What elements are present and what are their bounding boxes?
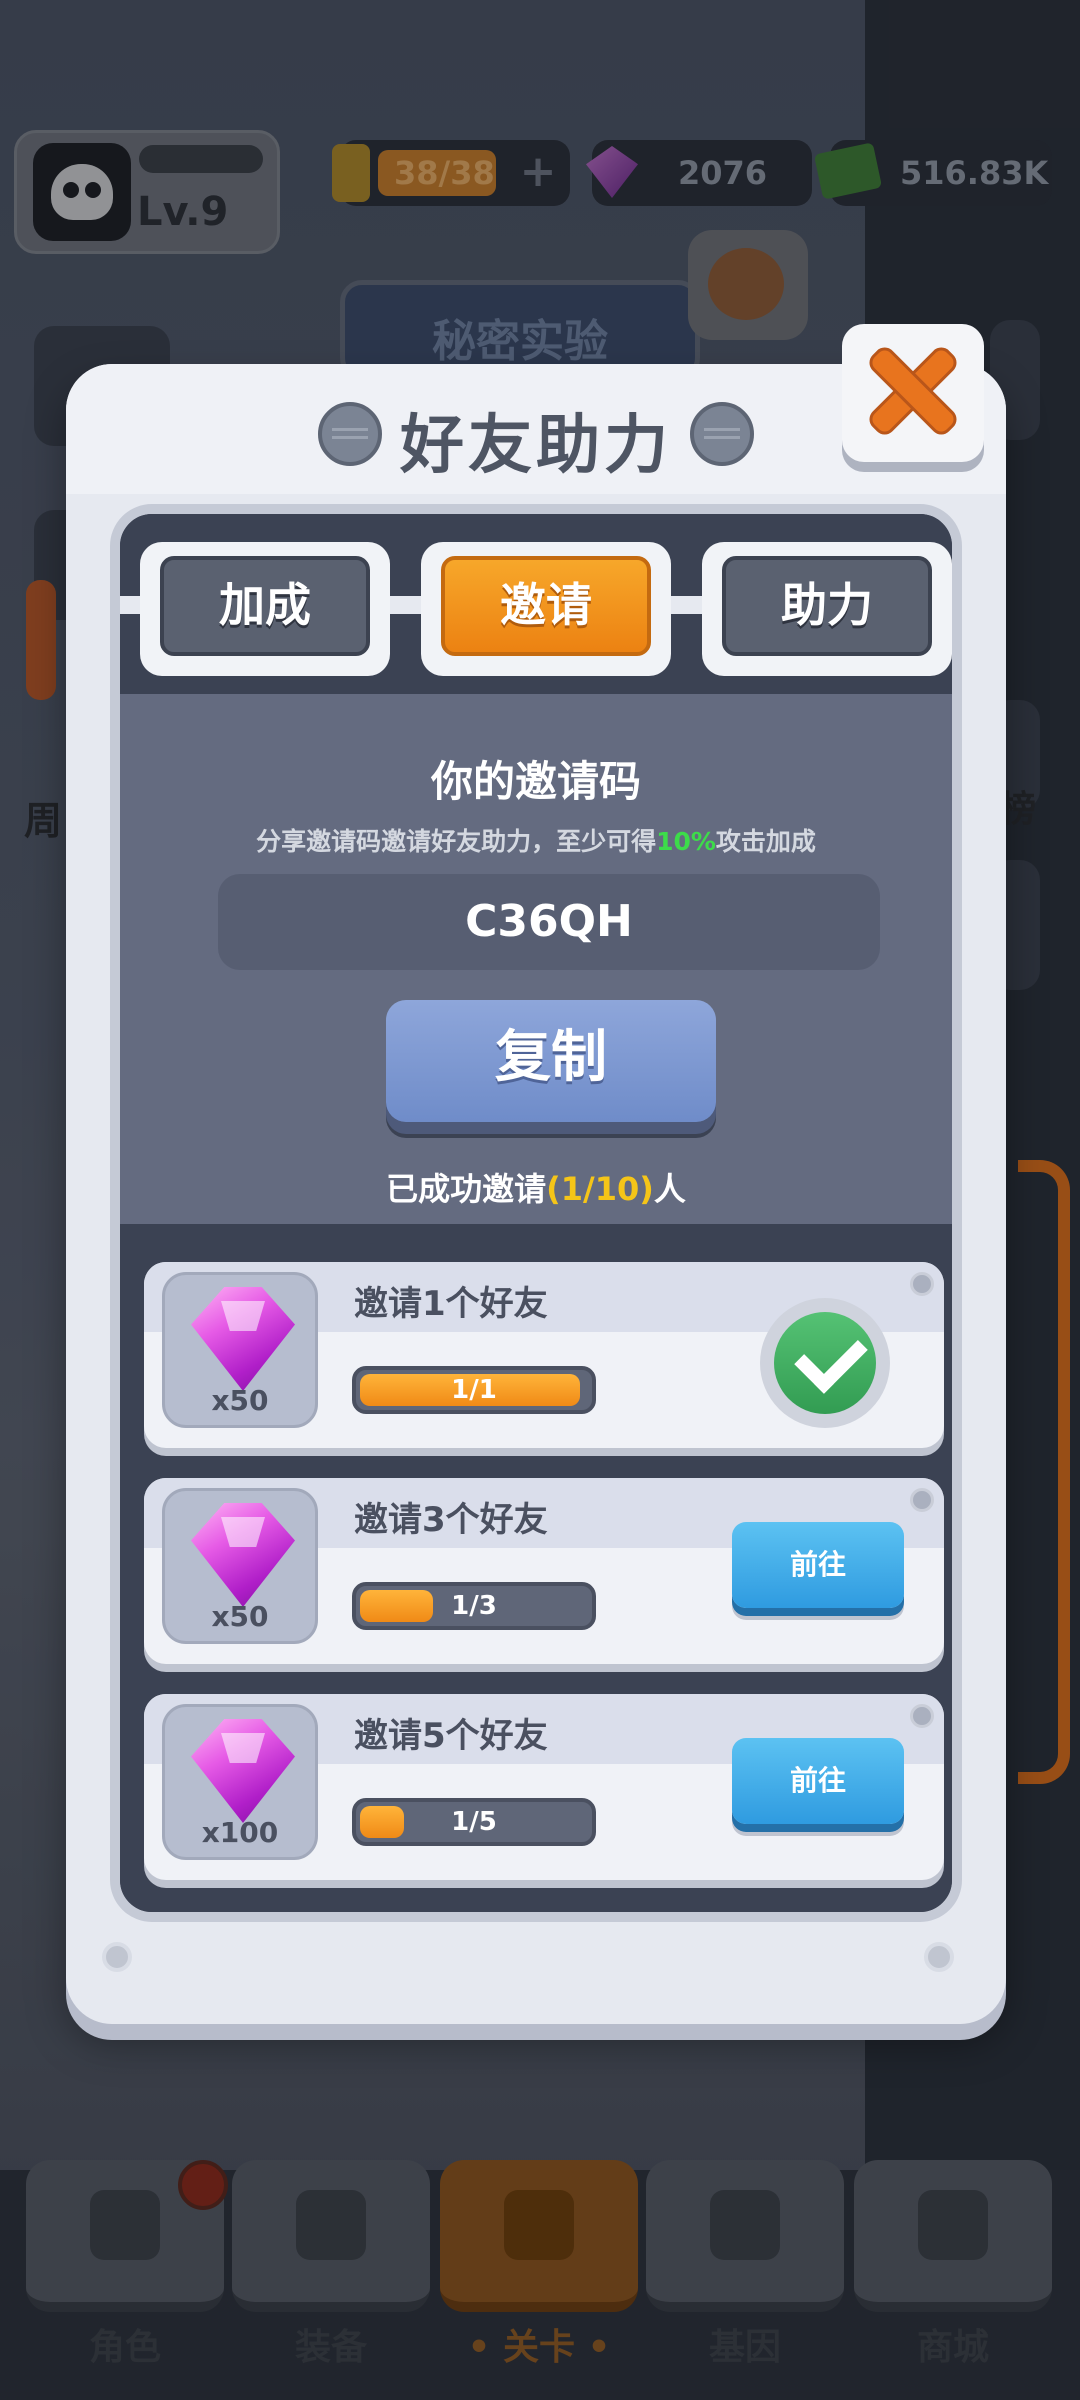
go-button[interactable]: 前往 (732, 1738, 904, 1824)
check-icon (794, 1320, 868, 1394)
close-icon (868, 346, 958, 436)
invite-bonus-percent: 10% (656, 827, 716, 856)
tab-bar: 加成 邀请 助力 (120, 514, 952, 694)
reward-title: 邀请5个好友 (354, 1716, 548, 1756)
tab-assist[interactable]: 助力 (702, 542, 952, 676)
dialog-body: 加成 邀请 助力 你的邀请码 分享邀请码邀请好友助力，至少可得10%攻击加成 C… (110, 504, 962, 1922)
invite-description-suffix: 攻击加成 (715, 827, 816, 856)
progress-text: 1/1 (451, 1375, 497, 1405)
corner-bolt (102, 1942, 132, 1972)
reward-quantity: x50 (211, 1600, 269, 1633)
reward-card: x50 邀请1个好友 1/1 (144, 1262, 944, 1448)
gem-icon (191, 1719, 295, 1823)
card-rivet (910, 1272, 934, 1296)
invite-description: 分享邀请码邀请好友助力，至少可得10%攻击加成 (120, 822, 952, 858)
invite-code-section: 你的邀请码 分享邀请码邀请好友助力，至少可得10%攻击加成 C36QH 复制 已… (120, 694, 952, 1224)
tab-label: 邀请 (441, 556, 651, 656)
reward-list: x50 邀请1个好友 1/1 x50 邀请3个好友 1/3 前往 x100 邀请… (120, 1224, 952, 1912)
claimed-check-button[interactable] (760, 1298, 890, 1428)
tab-label: 助力 (722, 556, 932, 656)
invited-count-text: 已成功邀请(1/10)人 (120, 1164, 952, 1210)
tab-label: 加成 (160, 556, 370, 656)
corner-bolt (924, 1942, 954, 1972)
card-rivet (910, 1704, 934, 1728)
title-ornament-right (690, 402, 754, 466)
close-button[interactable] (842, 324, 984, 462)
invite-description-prefix: 分享邀请码邀请好友助力，至少可得 (256, 827, 657, 856)
card-rivet (910, 1488, 934, 1512)
gem-icon (191, 1287, 295, 1391)
reward-progress-bar: 1/1 (352, 1366, 596, 1414)
reward-card: x100 邀请5个好友 1/5 前往 (144, 1694, 944, 1880)
reward-quantity: x50 (211, 1384, 269, 1417)
reward-progress-bar: 1/3 (352, 1582, 596, 1630)
reward-title: 邀请3个好友 (354, 1500, 548, 1540)
reward-icon-box: x100 (162, 1704, 318, 1860)
reward-title: 邀请1个好友 (354, 1284, 548, 1324)
invited-prefix: 已成功邀请 (386, 1170, 547, 1208)
reward-icon-box: x50 (162, 1272, 318, 1428)
friend-assist-dialog: 好友助力 加成 邀请 助力 你的邀请码 分享邀请码邀请好友助力，至少可得10%攻… (66, 364, 1006, 2024)
reward-progress-bar: 1/5 (352, 1798, 596, 1846)
go-button[interactable]: 前往 (732, 1522, 904, 1608)
invite-code-value[interactable]: C36QH (218, 874, 880, 970)
invite-code-heading: 你的邀请码 (430, 757, 641, 806)
reward-card: x50 邀请3个好友 1/3 前往 (144, 1478, 944, 1664)
gem-icon (191, 1503, 295, 1607)
reward-icon-box: x50 (162, 1488, 318, 1644)
reward-quantity: x100 (201, 1816, 279, 1849)
check-circle (774, 1312, 876, 1414)
copy-button[interactable]: 复制 (386, 1000, 716, 1122)
progress-text: 1/5 (451, 1807, 497, 1837)
progress-text: 1/3 (451, 1591, 497, 1621)
tab-bonus[interactable]: 加成 (140, 542, 390, 676)
tab-invite[interactable]: 邀请 (421, 542, 671, 676)
invited-suffix: 人 (653, 1170, 686, 1208)
invited-count: (1/10) (546, 1170, 654, 1208)
